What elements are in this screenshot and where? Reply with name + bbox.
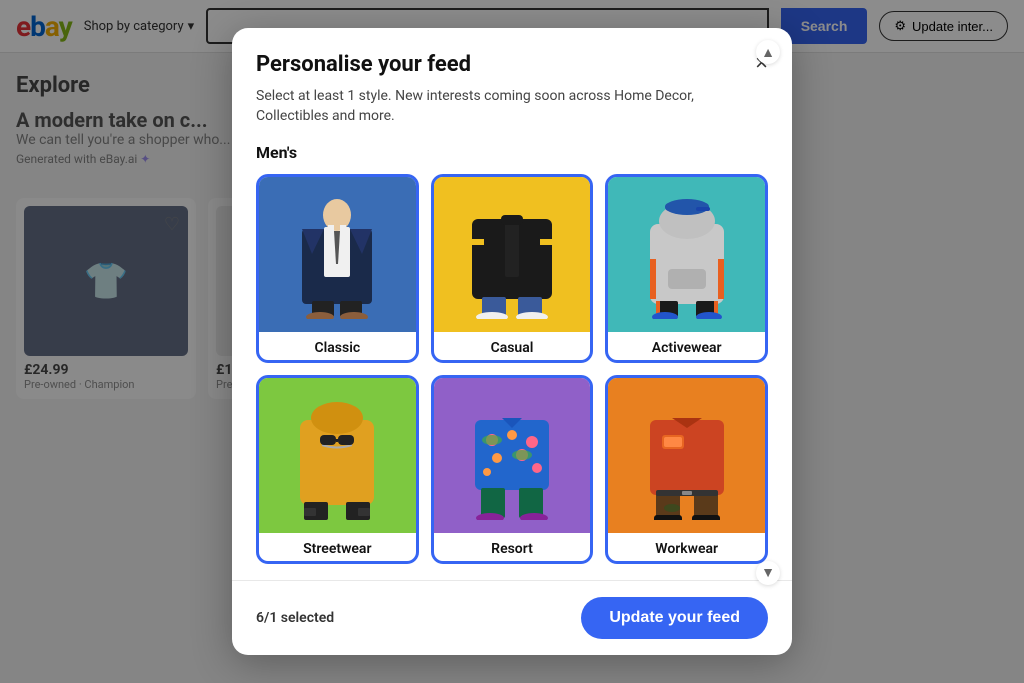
streetwear-svg [282,390,392,520]
update-feed-button[interactable]: Update your feed [581,597,768,639]
classic-illustration [259,177,416,332]
workwear-svg [632,390,742,520]
mens-section: Men's [256,143,768,564]
classic-image [259,177,416,332]
style-card-streetwear[interactable]: Streetwear [256,375,419,564]
classic-label: Classic [259,332,416,360]
resort-label: Resort [434,533,591,561]
activewear-label: Activewear [608,332,765,360]
activewear-svg [632,189,742,319]
streetwear-image [259,378,416,533]
modal-title: Personalise your feed [256,52,471,77]
selection-count: 6/1 selected [256,610,334,626]
casual-illustration [434,177,591,332]
activewear-image [608,177,765,332]
resort-illustration [434,378,591,533]
style-card-resort[interactable]: Resort [431,375,594,564]
workwear-image [608,378,765,533]
streetwear-illustration [259,378,416,533]
casual-label: Casual [434,332,591,360]
style-card-activewear[interactable]: Activewear [605,174,768,363]
streetwear-label: Streetwear [259,533,416,561]
workwear-illustration [608,378,765,533]
casual-svg [457,189,567,319]
personalise-feed-modal: ▲ Personalise your feed × Select at leas… [232,28,792,654]
modal-header: Personalise your feed × [232,28,792,77]
modal-overlay: ▲ Personalise your feed × Select at leas… [0,0,1024,683]
modal-body[interactable]: Men's [232,143,792,580]
casual-image [434,177,591,332]
style-card-classic[interactable]: Classic [256,174,419,363]
scroll-down-arrow[interactable]: ▼ [756,561,780,585]
resort-image [434,378,591,533]
workwear-label: Workwear [608,533,765,561]
style-card-casual[interactable]: Casual [431,174,594,363]
resort-svg [457,390,567,520]
classic-svg [282,189,392,319]
style-card-workwear[interactable]: Workwear [605,375,768,564]
activewear-illustration [608,177,765,332]
mens-section-title: Men's [256,143,768,162]
modal-footer: 6/1 selected Update your feed [232,580,792,655]
style-grid: Classic [256,174,768,564]
modal-subtitle: Select at least 1 style. New interests c… [232,77,792,142]
